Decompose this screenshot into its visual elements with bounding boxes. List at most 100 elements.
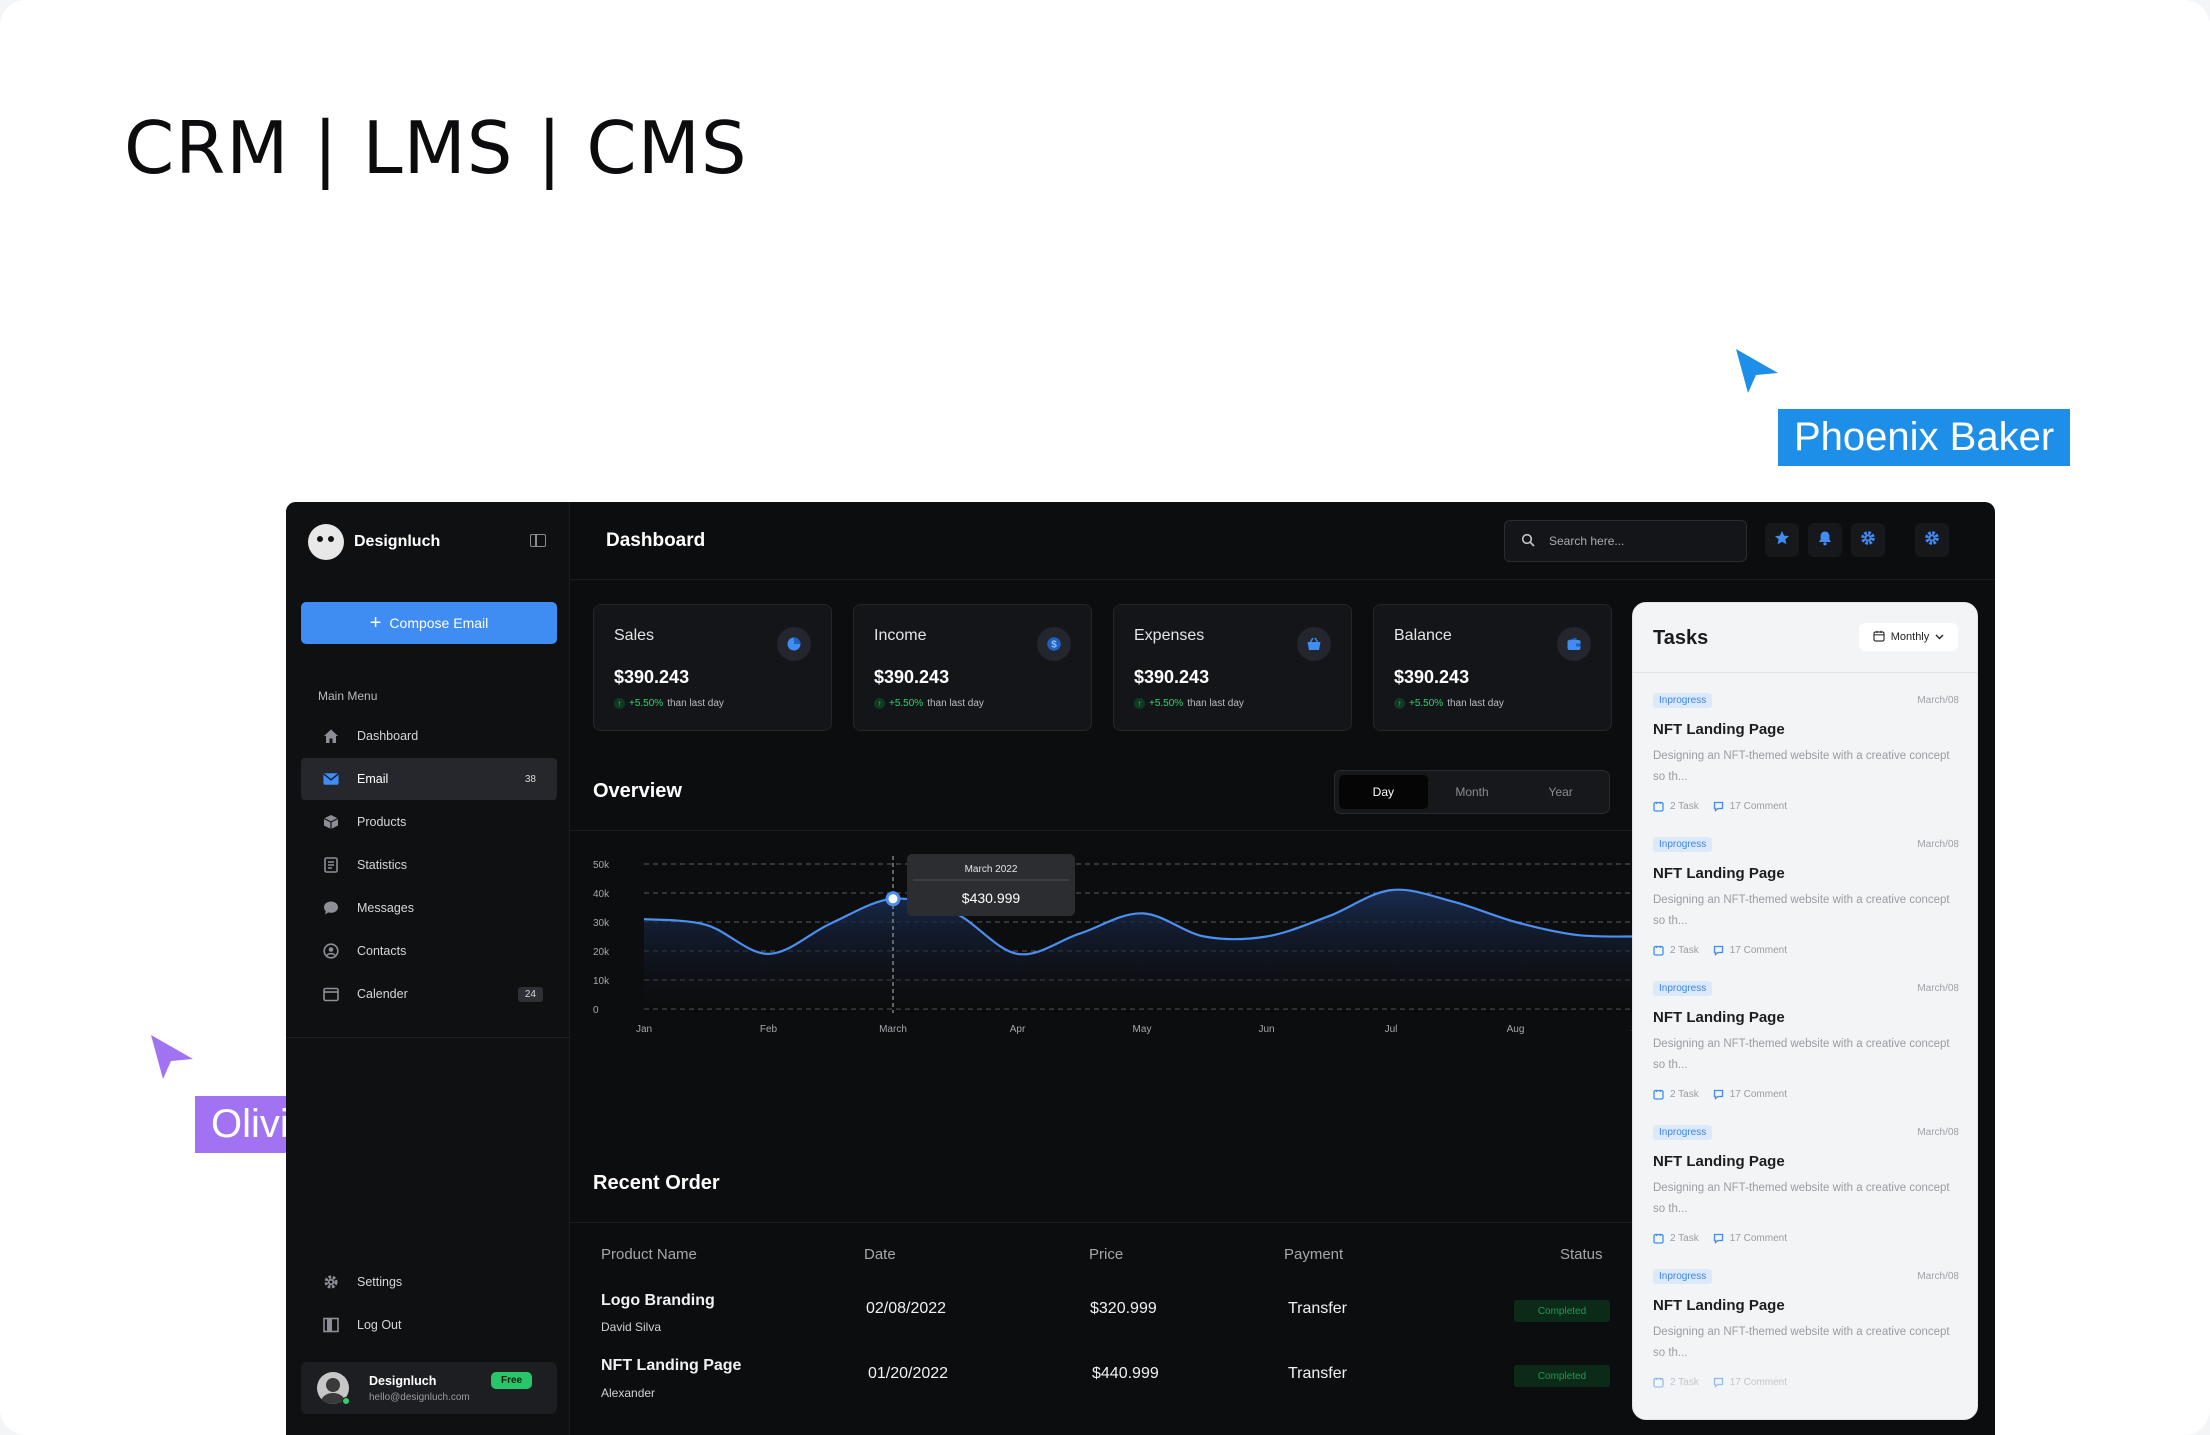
column-header-date[interactable]: Date xyxy=(864,1246,896,1263)
stat-change: ↑ +5.50% than last day xyxy=(874,698,984,709)
stat-change-value: +5.50% xyxy=(889,698,924,709)
sidebar-toggle-icon[interactable] xyxy=(530,534,546,547)
sidebar-item-products[interactable]: Products xyxy=(301,801,557,843)
stat-label: Expenses xyxy=(1134,627,1205,644)
sidebar-item-email[interactable]: Email 38 xyxy=(301,758,557,800)
bottom-menu: Settings Log Out xyxy=(301,1261,557,1347)
sidebar-item-messages[interactable]: Messages xyxy=(301,887,557,929)
svg-text:$: $ xyxy=(1051,640,1057,651)
comment-icon xyxy=(1713,1233,1724,1244)
task-title: NFT Landing Page xyxy=(1653,1297,1785,1314)
sidebar-item-dashboard[interactable]: Dashboard xyxy=(301,715,557,757)
y-tick-label: 30k xyxy=(593,918,610,929)
tasks-panel: Tasks Monthly Inprogress March/08 NFT Land… xyxy=(1632,602,1978,1420)
tab-year[interactable]: Year xyxy=(1516,775,1605,809)
order-payment: Transfer xyxy=(1288,1365,1347,1382)
order-date: 02/08/2022 xyxy=(866,1300,947,1317)
arrow-up-icon: ↑ xyxy=(1134,698,1145,709)
search-placeholder: Search here... xyxy=(1549,534,1625,548)
tab-day[interactable]: Day xyxy=(1339,775,1428,809)
task-date: March/08 xyxy=(1917,1127,1959,1138)
stat-change-value: +5.50% xyxy=(1149,698,1184,709)
sidebar-item-logout[interactable]: Log Out xyxy=(301,1304,557,1346)
stat-card-income[interactable]: Income $390.243 ↑ +5.50% than last day $ xyxy=(853,604,1092,731)
stat-card-sales[interactable]: Sales $390.243 ↑ +5.50% than last day xyxy=(593,604,832,731)
page-title: Dashboard xyxy=(606,530,706,551)
presentation-canvas: CRM | LMS | CMS Phoenix Baker Olivia Rhy… xyxy=(0,0,2210,1435)
y-tick-label: 50k xyxy=(593,860,610,871)
sidebar-item-contacts[interactable]: Contacts xyxy=(301,930,557,972)
cursor-arrow-icon xyxy=(1736,349,1778,393)
document-icon xyxy=(323,857,339,873)
recent-order-title: Recent Order xyxy=(593,1172,720,1194)
stat-card-expenses[interactable]: Expenses $390.243 ↑ +5.50% than last day xyxy=(1113,604,1352,731)
profile-card[interactable]: Designluch hello@designluch.com Free xyxy=(301,1362,557,1414)
compose-email-label: Compose Email xyxy=(389,615,489,631)
sidebar-item-settings[interactable]: Settings xyxy=(301,1261,557,1303)
column-header-payment[interactable]: Payment xyxy=(1284,1246,1343,1263)
dollar-coin-icon: $ xyxy=(1037,627,1071,661)
x-tick-label: Jan xyxy=(636,1024,652,1035)
sidebar-item-label: Products xyxy=(357,815,407,829)
sidebar-item-statistics[interactable]: Statistics xyxy=(301,844,557,886)
stat-change-value: +5.50% xyxy=(629,698,664,709)
search-icon xyxy=(1521,533,1535,550)
product-name: Logo Branding xyxy=(601,1292,715,1309)
calendar-icon xyxy=(1653,1233,1664,1244)
stat-value: $390.243 xyxy=(1134,667,1210,687)
comment-count-label: 17 Comment xyxy=(1729,801,1787,812)
comment-count: 17 Comment xyxy=(1713,945,1787,956)
stat-label: Sales xyxy=(614,627,655,644)
x-tick-label: March xyxy=(879,1024,907,1035)
favorites-button[interactable] xyxy=(1765,523,1799,557)
topbar: Dashboard Search here... xyxy=(570,502,1995,580)
comment-count: 17 Comment xyxy=(1713,1089,1787,1100)
column-header-status[interactable]: Status xyxy=(1560,1246,1603,1263)
comment-count-label: 17 Comment xyxy=(1729,1089,1787,1100)
task-status-badge: Inprogress xyxy=(1653,1125,1713,1140)
brand-name: Designluch xyxy=(354,533,441,550)
settings-button[interactable] xyxy=(1851,523,1885,557)
task-date: March/08 xyxy=(1917,983,1959,994)
tasks-title: Tasks xyxy=(1653,627,1709,649)
sidebar-item-label: Statistics xyxy=(357,858,408,872)
comment-icon xyxy=(1713,801,1724,812)
task-card[interactable]: Inprogress March/08 NFT Landing Page Design… xyxy=(1653,693,1959,833)
search-input[interactable]: Search here... xyxy=(1504,520,1747,562)
profile-name: Designluch xyxy=(369,1374,437,1388)
stat-card-balance[interactable]: Balance $390.243 ↑ +5.50% than last day xyxy=(1373,604,1612,731)
task-card[interactable]: Inprogress March/08 NFT Landing Page Design… xyxy=(1653,837,1959,977)
task-status-badge: Inprogress xyxy=(1653,837,1713,852)
compose-email-button[interactable]: + Compose Email xyxy=(301,602,557,644)
tab-month[interactable]: Month xyxy=(1428,775,1517,809)
task-count: 2 Task xyxy=(1653,1233,1699,1244)
sidebar-item-label: Contacts xyxy=(357,944,407,958)
arrow-up-icon: ↑ xyxy=(874,698,885,709)
tasks-filter-dropdown[interactable]: Monthly xyxy=(1859,623,1958,651)
stat-change-value: +5.50% xyxy=(1409,698,1444,709)
mail-icon xyxy=(323,771,339,787)
task-description: Designing an NFT-themed website with a c… xyxy=(1653,1038,1950,1071)
stat-change-suffix: than last day xyxy=(1447,698,1504,709)
tooltip-label: March 2022 xyxy=(965,864,1018,875)
brand-logo xyxy=(308,524,344,560)
task-date: March/08 xyxy=(1917,839,1959,850)
sidebar-item-calender[interactable]: Calender 24 xyxy=(301,973,557,1015)
notifications-button[interactable] xyxy=(1808,523,1842,557)
chevron-down-icon xyxy=(1935,631,1944,643)
column-header-product[interactable]: Product Name xyxy=(601,1246,697,1263)
status-badge: Completed xyxy=(1514,1365,1610,1387)
task-card[interactable]: Inprogress March/08 NFT Landing Page Design… xyxy=(1653,1125,1959,1265)
task-title: NFT Landing Page xyxy=(1653,1153,1785,1170)
brand[interactable]: Designluch xyxy=(308,524,440,560)
data-point-marker xyxy=(885,891,901,907)
stat-change-suffix: than last day xyxy=(1187,698,1244,709)
tasks-header: Tasks Monthly xyxy=(1633,603,1977,673)
task-card[interactable]: Inprogress March/08 NFT Landing Page Design… xyxy=(1653,981,1959,1121)
preferences-button[interactable] xyxy=(1915,523,1949,557)
comment-count: 17 Comment xyxy=(1713,1233,1787,1244)
x-tick-label: Apr xyxy=(1010,1024,1026,1035)
y-tick-label: 0 xyxy=(593,1005,599,1016)
column-header-price[interactable]: Price xyxy=(1089,1246,1123,1263)
order-price: $320.999 xyxy=(1090,1300,1157,1317)
